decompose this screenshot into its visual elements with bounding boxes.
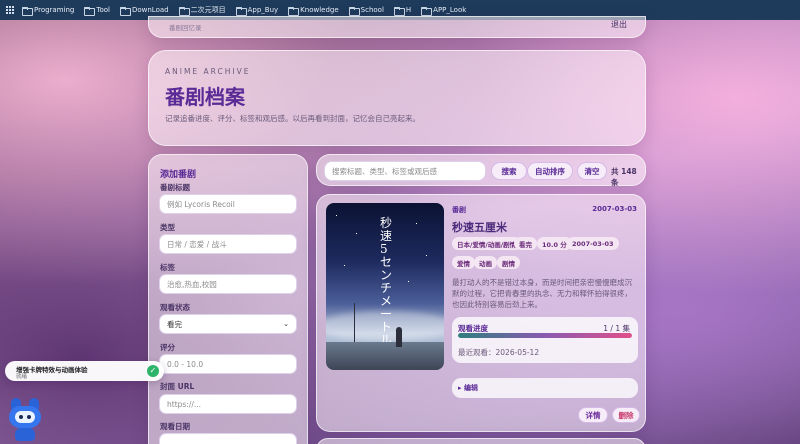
apps-grid-icon[interactable] — [6, 6, 14, 14]
watch-date-label: 观看日期 — [160, 422, 190, 431]
folder-icon — [421, 6, 433, 16]
form-title: 添加番剧 — [160, 170, 197, 180]
page-title: 番剧档案 — [165, 85, 245, 109]
anime-title: 秒速五厘米 — [452, 221, 507, 234]
notification-toast[interactable]: 增强卡牌特效与动画体验 就绪 ✓ — [5, 361, 164, 381]
bookmark-knowledge[interactable]: Knowledge — [288, 6, 339, 16]
rating-input[interactable] — [159, 354, 297, 374]
tag-status: 看完 — [514, 237, 537, 250]
anime-card: 秒速5センチメートル 番剧 2007-03-03 秒速五厘米 日本/爱情/动画/… — [316, 194, 646, 432]
tags-input[interactable] — [159, 274, 297, 294]
bookmark-h[interactable]: H — [393, 6, 411, 16]
tags-label: 标签 — [160, 263, 175, 272]
logout-button[interactable]: 退出 — [611, 19, 627, 30]
cover-url-label: 封面 URL — [160, 382, 195, 391]
title-input[interactable] — [159, 194, 297, 214]
progress-fill — [458, 333, 632, 338]
rating-label: 评分 — [160, 343, 175, 352]
folder-icon — [119, 6, 131, 16]
title-label: 番剧标题 — [160, 183, 190, 192]
genre-input[interactable] — [159, 234, 297, 254]
site-subtitle: 番剧回忆录 — [169, 24, 202, 32]
next-card — [316, 438, 646, 444]
tag-drama: 剧情 — [497, 256, 520, 269]
mascot-head — [9, 406, 41, 428]
bookmark-app-buy[interactable]: App_Buy — [235, 6, 278, 16]
bookmark-tool[interactable]: Tool — [84, 6, 110, 16]
mascot-face — [15, 411, 35, 423]
bookmark-school[interactable]: School — [348, 6, 384, 16]
auto-sort-button[interactable]: 自动排序 — [527, 162, 573, 180]
poster-ground — [326, 342, 444, 370]
status-select-value: 看完 — [167, 319, 182, 329]
bookmark-programing[interactable]: Programing — [22, 6, 74, 16]
folder-icon — [22, 6, 33, 16]
folder-icon — [288, 6, 300, 16]
mascot-eye — [19, 415, 23, 419]
mascot-body — [15, 428, 35, 441]
delete-button[interactable]: 删除 — [612, 407, 640, 423]
header-description: 记录追番进度、评分、标签和观后感。以后再看到封面，记忆会自己亮起来。 — [165, 114, 420, 123]
progress-bar — [458, 333, 632, 338]
mascot-eye — [27, 415, 31, 419]
watch-date-input[interactable] — [159, 433, 297, 444]
clear-button[interactable]: 清空 — [577, 162, 607, 180]
poster-figure — [396, 327, 402, 347]
tag-animation: 动画 — [474, 256, 497, 269]
folder-icon — [393, 6, 405, 16]
chevron-down-icon: ⌄ — [283, 320, 289, 328]
search-toolbar: 搜索 自动排序 清空 共 148 条 — [316, 154, 646, 187]
tag-romance: 爱情 — [452, 256, 475, 269]
bookmark-anime-projects[interactable]: 二次元项目 — [178, 5, 226, 16]
status-label: 观看状态 — [160, 303, 190, 312]
status-select[interactable]: 看完 ⌄ — [159, 314, 297, 334]
anime-review: 最打动人的不是错过本身，而是时间把亲密慢慢磨成沉默的过程，它把青春里的执念、无力… — [452, 278, 632, 309]
tag-date: 2007-03-03 — [567, 237, 619, 250]
last-watched: 最近观看：2026-05-12 — [458, 348, 540, 357]
cover-url-input[interactable] — [159, 394, 297, 414]
toast-status: 就绪 — [16, 374, 28, 380]
archive-header: ANIME ARCHIVE 番剧档案 记录追番进度、评分、标签和观后感。以后再看… — [148, 50, 646, 146]
folder-icon — [178, 6, 190, 16]
bookmark-download[interactable]: DownLoad — [119, 6, 169, 16]
folder-icon — [84, 6, 96, 16]
check-icon: ✓ — [147, 365, 159, 377]
progress-box: 观看进度 1 / 1 集 最近观看：2026-05-12 — [452, 317, 638, 363]
card-category: 番剧 — [452, 206, 466, 214]
tag-genre: 日本/爱情/动画/剧情 — [452, 237, 522, 250]
add-anime-form: 添加番剧 番剧标题 类型 标签 观看状态 看完 ⌄ 评分 封面 URL 观看日期 — [148, 154, 308, 444]
search-input[interactable] — [324, 161, 486, 181]
edit-toggle[interactable]: ▸ 编辑 — [452, 378, 638, 398]
top-nav-panel: 番剧回忆录 退出 — [148, 16, 646, 38]
anime-poster[interactable]: 秒速5センチメートル — [326, 203, 444, 370]
search-button[interactable]: 搜索 — [491, 162, 527, 180]
header-eyebrow: ANIME ARCHIVE — [165, 67, 251, 76]
bookmark-app-look[interactable]: APP_Look — [421, 6, 466, 16]
card-date: 2007-03-03 — [592, 205, 637, 213]
folder-icon — [348, 6, 360, 16]
mascot-assistant-icon[interactable] — [7, 398, 43, 442]
record-count: 共 148 条 — [611, 167, 637, 187]
poster-cloud — [326, 311, 444, 341]
details-button[interactable]: 详情 — [578, 407, 608, 423]
folder-icon — [235, 6, 247, 16]
genre-label: 类型 — [160, 223, 175, 232]
